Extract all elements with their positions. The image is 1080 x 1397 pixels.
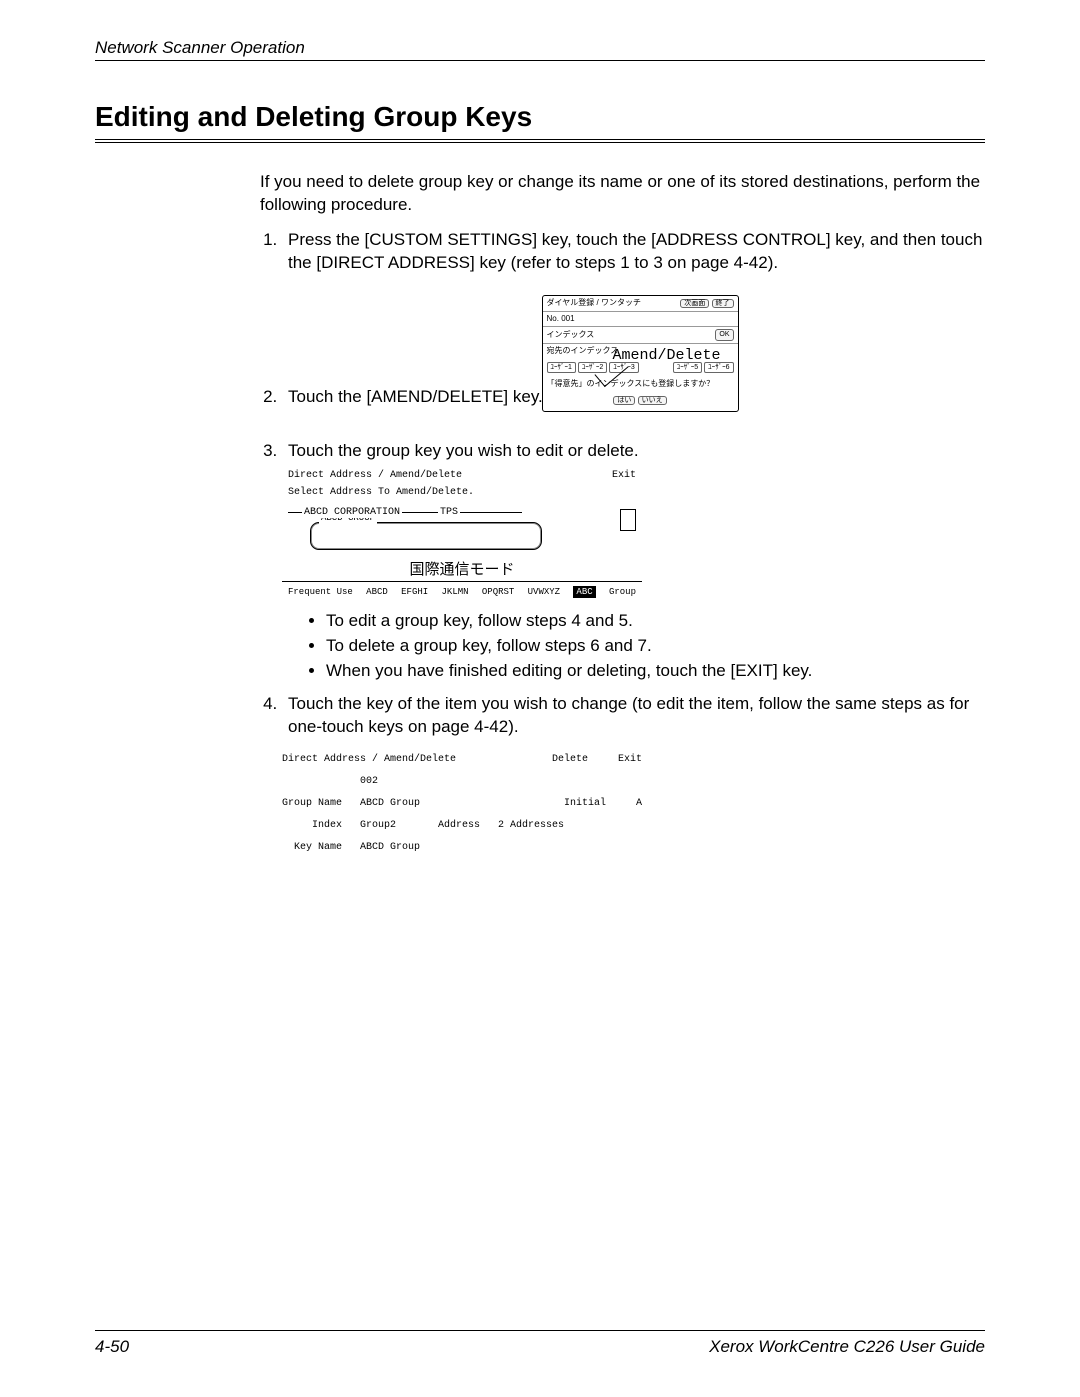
- fig2-tab-abc-active[interactable]: ABC: [573, 586, 595, 598]
- bullet-exit: When you have finished editing or deleti…: [326, 660, 985, 683]
- fig1-ok-button[interactable]: OK: [715, 329, 733, 340]
- fig3-index-label: Index: [282, 815, 342, 837]
- fig2-tab-opqrst[interactable]: OPQRST: [482, 586, 514, 598]
- fig2-entry-1b[interactable]: TPS: [438, 507, 460, 518]
- figure-3: Direct Address / Amend/Delete Delete Exi…: [282, 749, 642, 859]
- figure-1: ダイヤル登録 / ワンタッチ 次画面 終了 No. 001 インデックス OK: [548, 285, 739, 430]
- page-footer: 4-50 Xerox WorkCentre C226 User Guide: [95, 1330, 985, 1357]
- fig3-title: Direct Address / Amend/Delete: [282, 749, 456, 771]
- fig1-number: No. 001: [547, 314, 575, 325]
- fig2-tab-frequent[interactable]: Frequent Use: [288, 586, 353, 598]
- page: Network Scanner Operation Editing and De…: [0, 0, 1080, 1397]
- fig2-subtitle: Select Address To Amend/Delete.: [282, 486, 642, 500]
- step-3: Touch the group key you wish to edit or …: [282, 440, 985, 684]
- fig3-exit-button[interactable]: Exit: [618, 754, 642, 765]
- fig1-tab-1[interactable]: ﾕｰｻﾞｰ1: [547, 362, 576, 373]
- fig2-tab-abcd[interactable]: ABCD: [366, 586, 388, 598]
- fig2-group-box[interactable]: ABCD GROUP: [310, 522, 542, 550]
- step-4: Touch the key of the item you wish to ch…: [282, 693, 985, 859]
- step-3-bullets: To edit a group key, follow steps 4 and …: [288, 610, 985, 683]
- fig3-index-value[interactable]: Group2: [360, 815, 396, 837]
- fig3-delete-button[interactable]: Delete: [552, 754, 588, 765]
- intro-paragraph: If you need to delete group key or chang…: [260, 171, 985, 217]
- step-3-text: Touch the group key you wish to edit or …: [288, 441, 639, 460]
- step-2: Touch the [AMEND/DELETE] key. ダイヤル登録 / ワ…: [282, 285, 985, 430]
- page-title: Editing and Deleting Group Keys: [95, 101, 985, 143]
- fig1-confirm-text: 「得意先」のインデックスにも登録しますか？: [543, 376, 738, 393]
- running-header: Network Scanner Operation: [95, 38, 985, 61]
- step-1: Press the [CUSTOM SETTINGS] key, touch t…: [282, 229, 985, 275]
- page-number: 4-50: [95, 1337, 129, 1357]
- fig2-entry-1[interactable]: ABCD CORPORATION: [302, 507, 402, 518]
- fig1-title: ダイヤル登録 / ワンタッチ: [547, 298, 641, 309]
- steps-list: Press the [CUSTOM SETTINGS] key, touch t…: [260, 229, 985, 859]
- fig3-key-name-label: Key Name: [282, 837, 342, 859]
- fig3-key-name-value[interactable]: ABCD Group: [360, 837, 420, 859]
- bullet-delete: To delete a group key, follow steps 6 an…: [326, 635, 985, 658]
- fig1-callout-label: Amend/Delete: [613, 346, 721, 366]
- fig2-tab-group[interactable]: Group: [609, 586, 636, 598]
- fig2-scroll-up-icon[interactable]: [620, 509, 636, 531]
- fig1-yes-button[interactable]: はい: [613, 396, 635, 405]
- step-4-text: Touch the key of the item you wish to ch…: [288, 694, 969, 736]
- fig2-jp-mode: 国際通信モード: [282, 560, 642, 582]
- fig1-no-button[interactable]: いいえ: [638, 396, 667, 405]
- fig1-exit-button[interactable]: 終了: [712, 299, 734, 308]
- fig2-tab-uvwxyz[interactable]: UVWXYZ: [528, 586, 560, 598]
- fig3-group-name-value[interactable]: ABCD Group: [360, 793, 420, 815]
- fig3-initial-label: Initial: [564, 798, 606, 809]
- bullet-edit: To edit a group key, follow steps 4 and …: [326, 610, 985, 633]
- fig2-tab-jklmn[interactable]: JKLMN: [442, 586, 469, 598]
- fig3-group-name-label: Group Name: [282, 793, 342, 815]
- figure-2: Direct Address / Amend/Delete Exit Selec…: [282, 469, 642, 599]
- fig2-exit-button[interactable]: Exit: [612, 469, 636, 483]
- fig2-tab-efghi[interactable]: EFGHI: [401, 586, 428, 598]
- fig1-index-label: インデックス: [547, 330, 595, 341]
- fig3-initial-value[interactable]: A: [636, 798, 642, 809]
- fig3-number: 002: [360, 771, 378, 793]
- fig1-dest-index: 宛先のインデックス: [547, 346, 619, 357]
- fig3-address-label: Address: [438, 815, 480, 837]
- step-2-text: Touch the [AMEND/DELETE] key.: [288, 387, 543, 406]
- doc-title-footer: Xerox WorkCentre C226 User Guide: [709, 1337, 985, 1357]
- fig1-next-button[interactable]: 次画面: [680, 299, 709, 308]
- fig3-address-value[interactable]: 2 Addresses: [498, 815, 564, 837]
- body-content: If you need to delete group key or chang…: [260, 171, 985, 859]
- fig2-title: Direct Address / Amend/Delete: [288, 469, 462, 483]
